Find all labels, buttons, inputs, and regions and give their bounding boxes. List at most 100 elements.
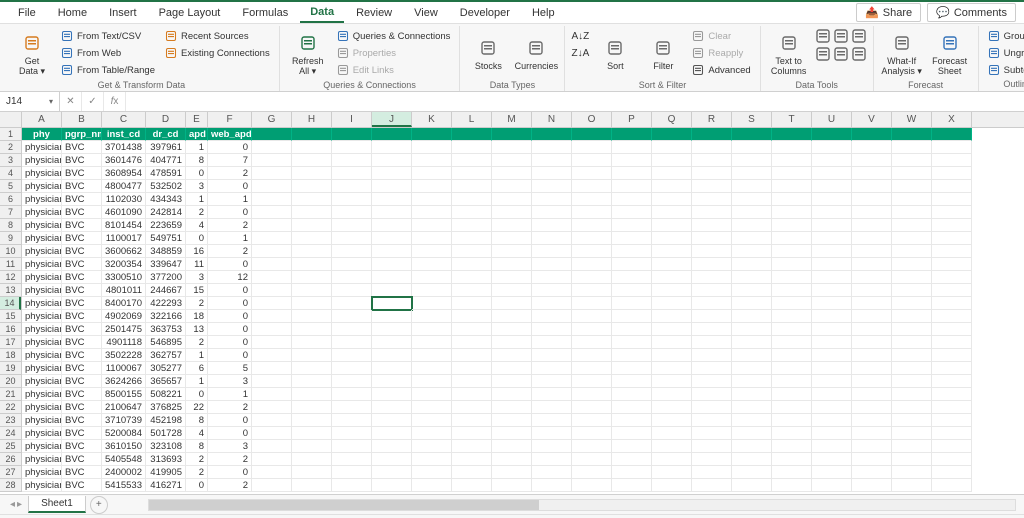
cell-V15[interactable] <box>852 310 892 323</box>
cell-X15[interactable] <box>932 310 972 323</box>
cell-H18[interactable] <box>292 349 332 362</box>
cell-K14[interactable] <box>412 297 452 310</box>
cell-E24[interactable]: 4 <box>186 427 208 440</box>
cell-U3[interactable] <box>812 154 852 167</box>
cell-U27[interactable] <box>812 466 852 479</box>
cell-U11[interactable] <box>812 258 852 271</box>
cell-A15[interactable]: physicians <box>22 310 62 323</box>
cell-Q6[interactable] <box>652 193 692 206</box>
cell-S7[interactable] <box>732 206 772 219</box>
cell-U22[interactable] <box>812 401 852 414</box>
cell-L2[interactable] <box>452 141 492 154</box>
cell-F20[interactable]: 3 <box>208 375 252 388</box>
cell-O18[interactable] <box>572 349 612 362</box>
cell-Q20[interactable] <box>652 375 692 388</box>
cell-N11[interactable] <box>532 258 572 271</box>
cell-W26[interactable] <box>892 453 932 466</box>
cell-Q22[interactable] <box>652 401 692 414</box>
cell-C26[interactable]: 5405548 <box>102 453 146 466</box>
cell-U14[interactable] <box>812 297 852 310</box>
cell-C20[interactable]: 3624266 <box>102 375 146 388</box>
cell-F2[interactable]: 0 <box>208 141 252 154</box>
cell-M27[interactable] <box>492 466 532 479</box>
cell-I4[interactable] <box>332 167 372 180</box>
from-web-button[interactable]: From Web <box>58 45 158 61</box>
cell-T18[interactable] <box>772 349 812 362</box>
cell-V23[interactable] <box>852 414 892 427</box>
cell-G24[interactable] <box>252 427 292 440</box>
cell-T26[interactable] <box>772 453 812 466</box>
cell-C12[interactable]: 3300510 <box>102 271 146 284</box>
cell-O22[interactable] <box>572 401 612 414</box>
cell-J15[interactable] <box>372 310 412 323</box>
cell-L3[interactable] <box>452 154 492 167</box>
cell-J6[interactable] <box>372 193 412 206</box>
ungroup--button[interactable]: Ungroup ▾ <box>985 45 1024 61</box>
cell-B12[interactable]: BVC <box>62 271 102 284</box>
row-header-2[interactable]: 2 <box>0 141 21 154</box>
cell-E18[interactable]: 1 <box>186 349 208 362</box>
cell-F12[interactable]: 12 <box>208 271 252 284</box>
cell-K9[interactable] <box>412 232 452 245</box>
cell-X10[interactable] <box>932 245 972 258</box>
cell-M22[interactable] <box>492 401 532 414</box>
cell-I25[interactable] <box>332 440 372 453</box>
cell-N21[interactable] <box>532 388 572 401</box>
row-header-12[interactable]: 12 <box>0 271 21 284</box>
row-header-16[interactable]: 16 <box>0 323 21 336</box>
cell-N14[interactable] <box>532 297 572 310</box>
from-table-range-button[interactable]: From Table/Range <box>58 62 158 78</box>
cell-E7[interactable]: 2 <box>186 206 208 219</box>
cell-E20[interactable]: 1 <box>186 375 208 388</box>
cell-A16[interactable]: physicians <box>22 323 62 336</box>
advanced-button[interactable]: Advanced <box>689 62 753 78</box>
cell-P25[interactable] <box>612 440 652 453</box>
cancel-formula-button[interactable]: ✕ <box>60 92 82 111</box>
cell-E21[interactable]: 0 <box>186 388 208 401</box>
cell-N26[interactable] <box>532 453 572 466</box>
cell-J21[interactable] <box>372 388 412 401</box>
cell-F28[interactable]: 2 <box>208 479 252 492</box>
group--button[interactable]: Group ▾ <box>985 28 1024 44</box>
cell-Q3[interactable] <box>652 154 692 167</box>
cell-Q10[interactable] <box>652 245 692 258</box>
refresh-all--button[interactable]: RefreshAll ▾ <box>286 28 330 80</box>
cell-N20[interactable] <box>532 375 572 388</box>
data-tool-mini[interactable] <box>815 46 831 62</box>
cell-Q2[interactable] <box>652 141 692 154</box>
cell-A4[interactable]: physicians <box>22 167 62 180</box>
row-header-13[interactable]: 13 <box>0 284 21 297</box>
col-header-F[interactable]: F <box>208 112 252 127</box>
cell-U2[interactable] <box>812 141 852 154</box>
cell-P28[interactable] <box>612 479 652 492</box>
cell-C14[interactable]: 8400170 <box>102 297 146 310</box>
row-header-8[interactable]: 8 <box>0 219 21 232</box>
cell-K7[interactable] <box>412 206 452 219</box>
cell-G20[interactable] <box>252 375 292 388</box>
cell-M7[interactable] <box>492 206 532 219</box>
cell-W13[interactable] <box>892 284 932 297</box>
cell-R9[interactable] <box>692 232 732 245</box>
cell-A20[interactable]: physicians <box>22 375 62 388</box>
cell-E27[interactable]: 2 <box>186 466 208 479</box>
cell-H26[interactable] <box>292 453 332 466</box>
cell-W25[interactable] <box>892 440 932 453</box>
cell-W8[interactable] <box>892 219 932 232</box>
cell-F24[interactable]: 0 <box>208 427 252 440</box>
cell-K11[interactable] <box>412 258 452 271</box>
cell-J11[interactable] <box>372 258 412 271</box>
cell-Q17[interactable] <box>652 336 692 349</box>
cell-R17[interactable] <box>692 336 732 349</box>
cell-K24[interactable] <box>412 427 452 440</box>
cell-C4[interactable]: 3608954 <box>102 167 146 180</box>
cell-F11[interactable]: 0 <box>208 258 252 271</box>
cell-O28[interactable] <box>572 479 612 492</box>
cell-J27[interactable] <box>372 466 412 479</box>
cell-D16[interactable]: 363753 <box>146 323 186 336</box>
cell-S9[interactable] <box>732 232 772 245</box>
cell-W12[interactable] <box>892 271 932 284</box>
cell-Q9[interactable] <box>652 232 692 245</box>
cell-E15[interactable]: 18 <box>186 310 208 323</box>
cell-J14[interactable] <box>372 297 412 310</box>
cell-L19[interactable] <box>452 362 492 375</box>
